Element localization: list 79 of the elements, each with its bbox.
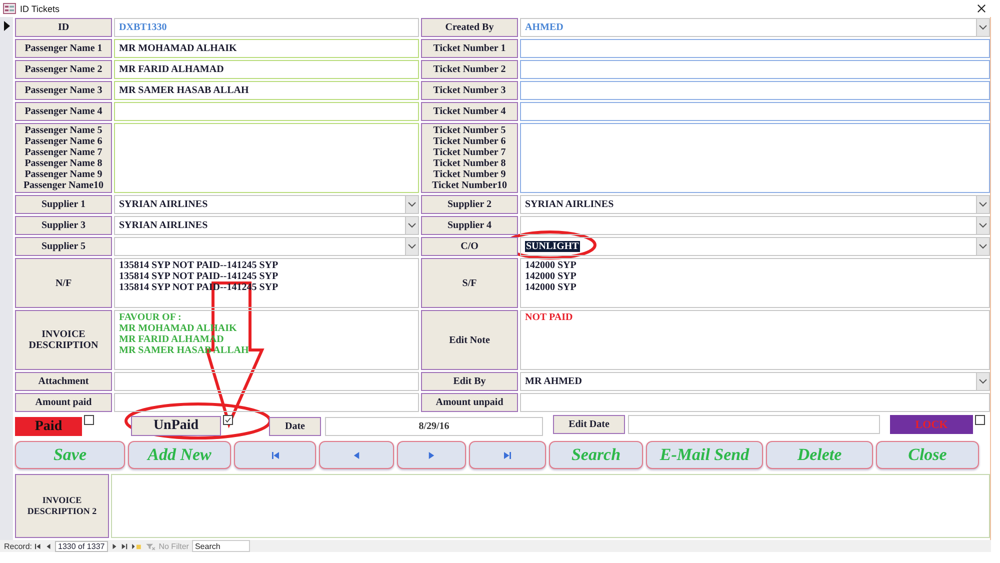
- field-label: Passenger Name 5 Passenger Name 6 Passenger Name 7 Passenger Name 8 Passenger Name 9 Passenger Name10: [15, 123, 112, 193]
- last-record-icon: [504, 450, 511, 460]
- filter-icon: [144, 542, 156, 550]
- memo-field[interactable]: [111, 474, 990, 538]
- text-field[interactable]: [114, 102, 419, 121]
- text-field[interactable]: DXBT1330: [114, 18, 419, 37]
- first-record-icon[interactable]: [35, 542, 42, 550]
- field-label: Amount paid: [15, 393, 112, 412]
- field-label: Supplier 3: [15, 216, 112, 235]
- field-label: Supplier 2: [421, 195, 518, 214]
- memo-field[interactable]: 142000 SYP 142000 SYP 142000 SYP: [520, 258, 990, 308]
- selected-text: SUNLIGHT: [525, 241, 580, 252]
- field-label: Passenger Name 1: [15, 39, 112, 58]
- paid-label: Paid: [15, 417, 82, 436]
- text-field[interactable]: [114, 372, 419, 391]
- text-field[interactable]: [520, 39, 990, 58]
- text-field[interactable]: [520, 393, 990, 412]
- field-label: Passenger Name 3: [15, 81, 112, 100]
- field-label: Attachment: [15, 372, 112, 391]
- checkbox[interactable]: [975, 415, 985, 425]
- field-label: INVOICE DESCRIPTION: [15, 310, 112, 370]
- field-label: Edit By: [421, 372, 518, 391]
- last-record-icon[interactable]: [120, 542, 128, 550]
- field-label: Date: [269, 417, 321, 436]
- field-label: Amount unpaid: [421, 393, 518, 412]
- text-field[interactable]: MR FARID ALHAMAD: [114, 60, 419, 79]
- previous-record-icon[interactable]: [45, 542, 52, 550]
- text-field[interactable]: MR SAMER HASAB ALLAH: [114, 81, 419, 100]
- date-field[interactable]: 8/29/16: [325, 417, 543, 436]
- text-field[interactable]: [114, 393, 419, 412]
- field-label: C/O: [421, 237, 518, 256]
- field-label: Supplier 1: [15, 195, 112, 214]
- checkbox[interactable]: [223, 415, 233, 425]
- dropdown-field[interactable]: AHMED: [520, 18, 990, 37]
- dropdown-field[interactable]: [114, 237, 419, 256]
- dropdown-field[interactable]: MR AHMED: [520, 372, 990, 391]
- field-label: S/F: [421, 258, 518, 308]
- field-label: Edit Date: [553, 415, 625, 434]
- first-record-icon: [272, 450, 278, 460]
- field-label: Ticket Number 2: [421, 60, 518, 79]
- dropdown-field[interactable]: [520, 216, 990, 235]
- text-field[interactable]: MR MOHAMAD ALHAIK: [114, 39, 419, 58]
- dropdown-field[interactable]: SYRIAN AIRLINES: [520, 195, 990, 214]
- field-label: INVOICE DESCRIPTION 2: [15, 474, 109, 538]
- form-icon: [3, 3, 16, 14]
- dropdown-field[interactable]: SYRIAN AIRLINES: [114, 195, 419, 214]
- field-label: Edit Note: [421, 310, 518, 370]
- record-position-field[interactable]: 1330 of 1337: [55, 540, 108, 552]
- search-field[interactable]: Search: [192, 540, 250, 552]
- memo-field[interactable]: [520, 123, 990, 193]
- checkbox[interactable]: [84, 415, 94, 425]
- field-label: Created By: [421, 18, 518, 37]
- field-label: Passenger Name 4: [15, 102, 112, 121]
- record-label: Record:: [4, 542, 32, 550]
- next-record-icon: [428, 450, 435, 460]
- previous-record-icon: [353, 450, 360, 460]
- text-field[interactable]: [520, 81, 990, 100]
- field-label: ID: [15, 18, 112, 37]
- new-record-icon[interactable]: [130, 542, 142, 550]
- field-label: Passenger Name 2: [15, 60, 112, 79]
- field-label: Ticket Number 3: [421, 81, 518, 100]
- text-field[interactable]: [520, 102, 990, 121]
- unpaid-label: UnPaid: [131, 416, 221, 436]
- text-field[interactable]: [520, 60, 990, 79]
- field-label: Ticket Number 5 Ticket Number 6 Ticket Number 7 Ticket Number 8 Ticket Number 9 Ticket Number10: [421, 123, 518, 193]
- field-label: Supplier 5: [15, 237, 112, 256]
- memo-field[interactable]: [114, 123, 419, 193]
- next-record-icon[interactable]: [110, 542, 118, 550]
- close-icon[interactable]: [977, 4, 986, 13]
- memo-field[interactable]: NOT PAID: [520, 310, 990, 370]
- field-label: Ticket Number 1: [421, 39, 518, 58]
- window-title: ID Tickets: [20, 4, 60, 14]
- field-label: Supplier 4: [421, 216, 518, 235]
- field-label: N/F: [15, 258, 112, 308]
- dropdown-field[interactable]: SUNLIGHT: [520, 237, 990, 256]
- date-field[interactable]: [628, 415, 880, 434]
- record-selector-icon[interactable]: [4, 21, 10, 31]
- field-label: Ticket Number 4: [421, 102, 518, 121]
- dropdown-field[interactable]: SYRIAN AIRLINES: [114, 216, 419, 235]
